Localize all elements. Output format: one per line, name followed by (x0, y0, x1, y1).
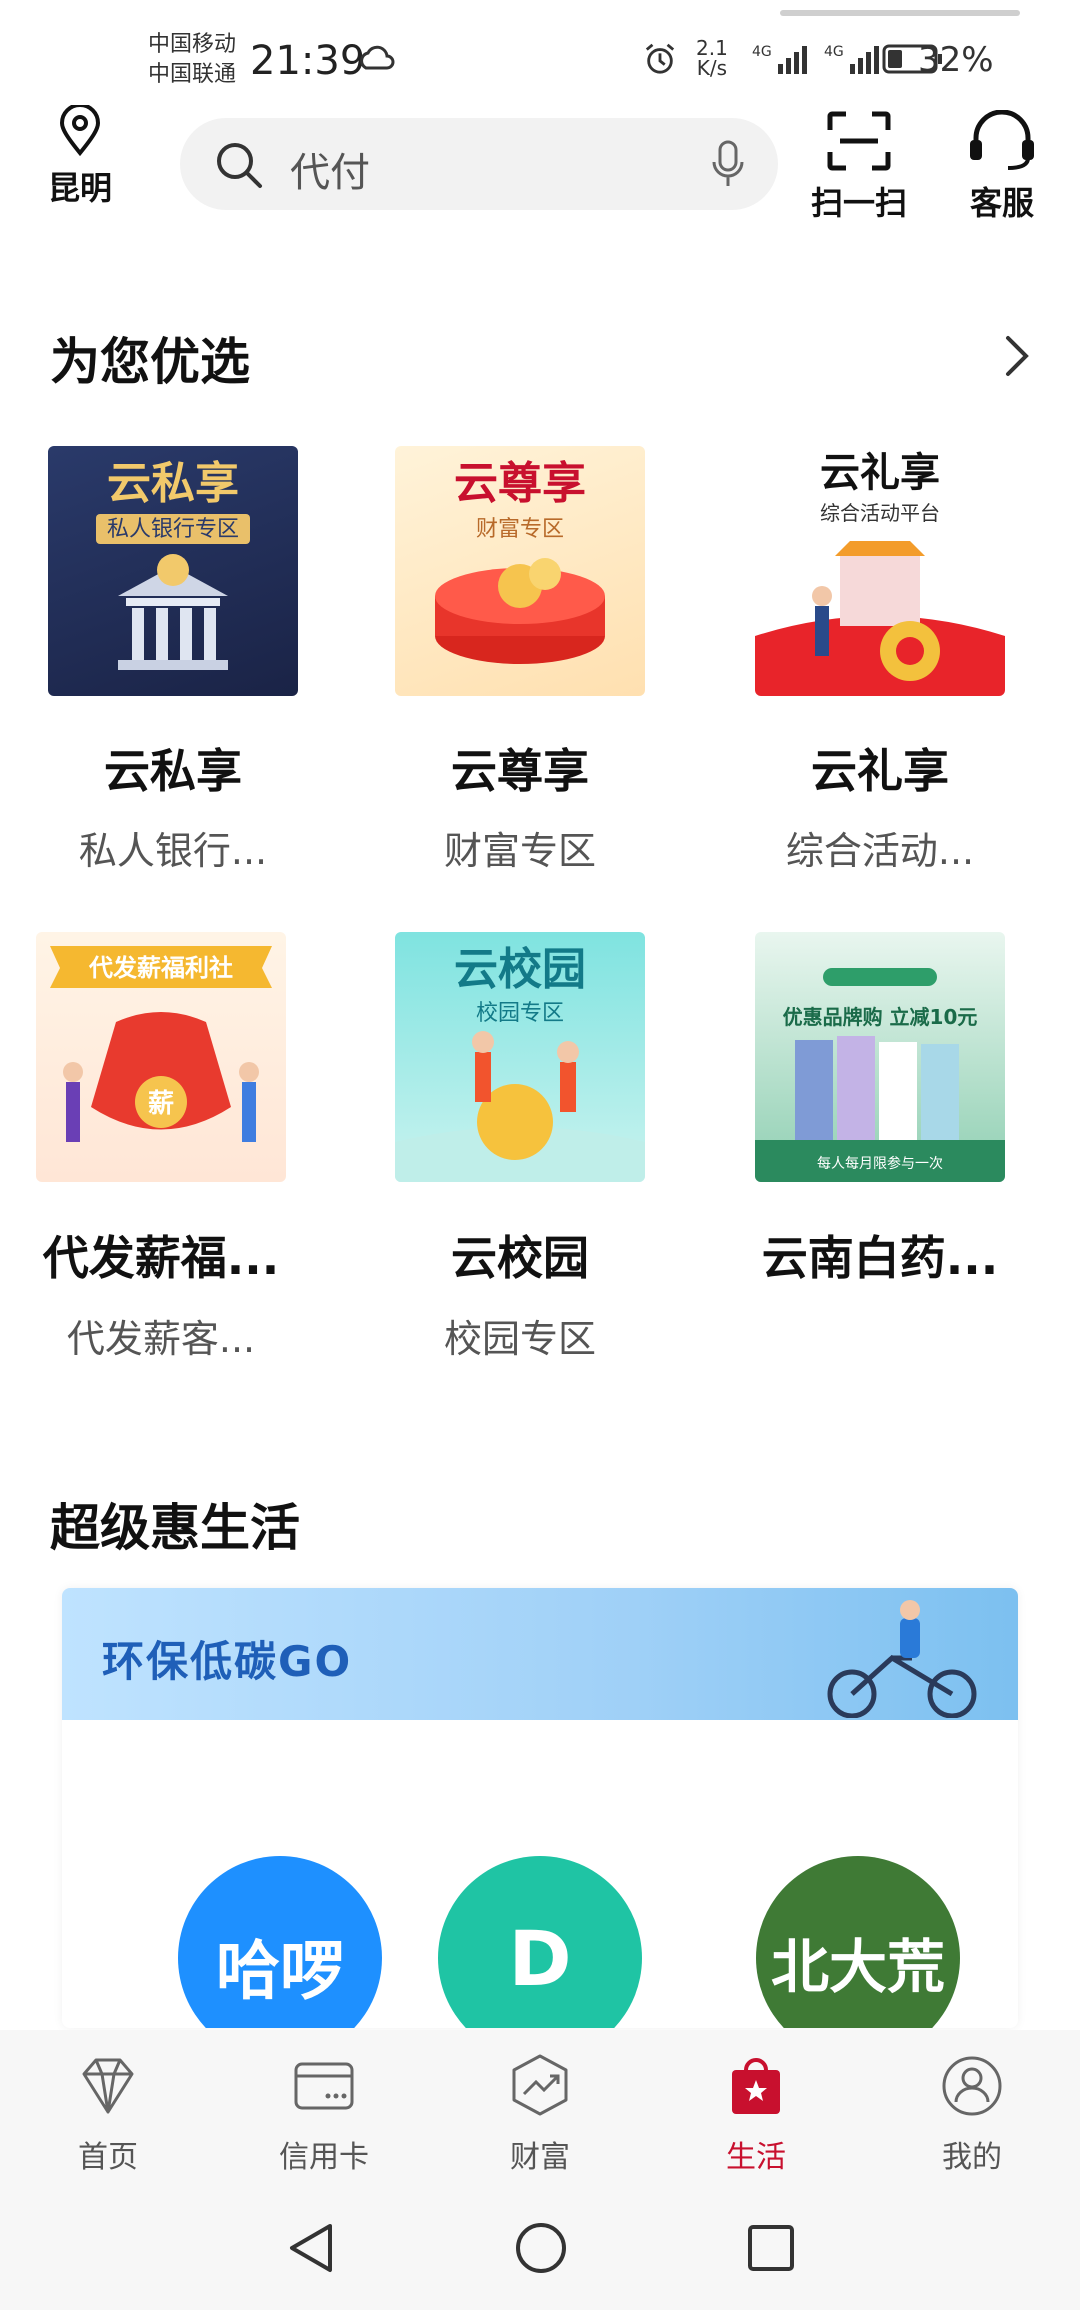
tile-6-image-sub: 每人每月限参与一次 (817, 1155, 943, 1172)
tile-2-subtitle: 财富专区 (443, 829, 596, 873)
tile-5-subtitle: 校园专区 (443, 1317, 596, 1361)
tile-3-image-title: 云礼享 (820, 450, 940, 496)
carrier-1: 中国移动 (148, 32, 237, 57)
tile-1-subtitle: 私人银行... (78, 829, 268, 873)
home-circle-icon[interactable] (513, 2220, 569, 2276)
brand-2-name: D (508, 1914, 572, 2003)
tab-life-label: 生活 (726, 2140, 786, 2175)
search-input[interactable]: 代付 (290, 140, 370, 198)
tile-4-image-sub: 薪 (148, 1089, 174, 1119)
tile-5-image-sub: 校园专区 (476, 1001, 564, 1026)
scan-label: 扫一扫 (810, 184, 907, 222)
tile-gift[interactable]: 云礼享 综合活动平台 (755, 446, 1005, 696)
brand-3-name: 北大荒 (770, 1933, 945, 2001)
tile-campus[interactable]: 云校园 校园专区 (395, 932, 645, 1182)
wealth-icon (512, 2054, 568, 2116)
featured-title: 为您优选 (50, 333, 250, 391)
tile-5-title: 云校园 (451, 1231, 589, 1285)
chevron-right-icon[interactable] (1002, 332, 1032, 380)
net-speed: 2.1 K/s (696, 38, 728, 78)
toothpaste-products-image: 优惠品牌购 立减10元 每人每月限参与一次 (755, 968, 1005, 1182)
scan-button[interactable]: 扫一扫 (804, 110, 914, 224)
tile-5-image-title: 云校园 (454, 944, 586, 995)
service-label: 客服 (969, 184, 1034, 222)
tab-profile[interactable]: 我的 (897, 2050, 1047, 2176)
tile-2-image-title: 云尊享 (454, 458, 586, 509)
tab-home-label: 首页 (78, 2140, 138, 2175)
system-navigation-bar (0, 2190, 1080, 2310)
tile-2-title: 云尊享 (451, 744, 589, 798)
profile-icon (942, 2056, 1002, 2116)
tab-credit-card-label: 信用卡 (279, 2140, 369, 2175)
brand-1-name: 哈啰 (216, 1935, 344, 2009)
tile-1-image-title: 云私享 (107, 458, 239, 509)
bank-building-image: 云私享 私人银行专区 (96, 458, 250, 670)
location-selector[interactable]: 昆明 (30, 103, 130, 209)
location-label: 昆明 (47, 169, 112, 207)
eco-banner[interactable]: 环保低碳GO (62, 1588, 1018, 1720)
scan-icon (827, 111, 891, 171)
tab-life[interactable]: 生活 (681, 2050, 831, 2176)
cloud-icon (360, 45, 395, 70)
tile-4-subtitle: 代发薪客... (66, 1317, 256, 1361)
status-bar: 中国移动 中国联通 21:39 2.1 K/s 4G 4G 32% (0, 0, 1080, 120)
tile-6-title: 云南白药... (761, 1231, 999, 1285)
tile-6-image-title: 优惠品牌购 立减10元 (783, 1005, 978, 1029)
recents-icon[interactable] (745, 2222, 797, 2274)
brand-hello-logo[interactable]: 哈啰 (178, 1856, 382, 2028)
tile-wealth[interactable]: 云尊享 财富专区 (395, 446, 645, 696)
tile-3-title: 云礼享 (811, 744, 949, 798)
bottom-tab-bar: 首页 信用卡 财富 生活 我的 (0, 2030, 1080, 2190)
tile-4-title: 代发薪福... (42, 1231, 280, 1285)
search-icon (217, 143, 262, 188)
svg-text:4G: 4G (752, 44, 772, 60)
tile-2-image-sub: 财富专区 (476, 517, 564, 542)
tab-profile-label: 我的 (942, 2140, 1002, 2175)
tile-3-subtitle: 综合活动... (785, 829, 975, 873)
clock: 21:39 (250, 38, 366, 84)
tile-1-image-sub: 私人银行专区 (107, 517, 239, 542)
wealth-coins-image: 云尊享 财富专区 (435, 458, 605, 664)
customer-service-button[interactable]: 客服 (947, 109, 1057, 224)
search-bar[interactable]: 代付 (180, 118, 778, 210)
carrier-2: 中国联通 (148, 62, 237, 87)
location-pin-icon (59, 103, 101, 157)
gift-shop-image: 云礼享 综合活动平台 (755, 450, 1005, 696)
signal-4g-2-icon: 4G (824, 44, 879, 74)
carrier-labels: 中国移动 中国联通 (148, 30, 236, 90)
brand-beidahuang-logo[interactable]: 北大荒 (756, 1856, 960, 2028)
net-speed-unit: K/s (696, 56, 728, 80)
tile-yunnan-baiyao[interactable]: 优惠品牌购 立减10元 每人每月限参与一次 (755, 932, 1005, 1182)
shopping-bag-icon (732, 2058, 780, 2114)
tab-credit-card[interactable]: 信用卡 (249, 2050, 399, 2176)
tile-private-banking[interactable]: 云私享 私人银行专区 (48, 446, 298, 696)
headset-icon (970, 109, 1034, 170)
signal-4g-icon: 4G (752, 44, 807, 74)
net-speed-value: 2.1 (696, 36, 728, 60)
banner-text: 环保低碳GO (102, 1637, 353, 1686)
red-lucky-bag-image: 代发薪福利社 薪 (50, 946, 272, 1142)
diamond-icon (82, 2058, 134, 2114)
tab-wealth[interactable]: 财富 (465, 2050, 615, 2176)
cyclist-icon (827, 1600, 977, 1718)
credit-card-icon (294, 2062, 354, 2110)
tab-home[interactable]: 首页 (33, 2050, 183, 2176)
tile-3-image-sub: 综合活动平台 (820, 501, 940, 525)
life-title: 超级惠生活 (50, 1499, 300, 1557)
back-icon[interactable] (286, 2220, 336, 2276)
tab-wealth-label: 财富 (510, 2140, 570, 2175)
gesture-pill (780, 10, 1020, 16)
battery-percent: 32% (918, 40, 994, 80)
eco-banner-card[interactable]: 环保低碳GO 哈啰 D 北大荒 (62, 1588, 1018, 2028)
tile-4-image-title: 代发薪福利社 (88, 954, 233, 982)
brand-didi-logo[interactable]: D (438, 1856, 642, 2028)
svg-text:4G: 4G (824, 44, 844, 60)
tile-payroll-welfare[interactable]: 代发薪福利社 薪 (36, 932, 286, 1182)
campus-runners-image: 云校园 校园专区 (395, 944, 645, 1182)
tile-1-title: 云私享 (104, 744, 242, 798)
alarm-icon (645, 43, 675, 74)
microphone-icon[interactable] (708, 138, 748, 192)
